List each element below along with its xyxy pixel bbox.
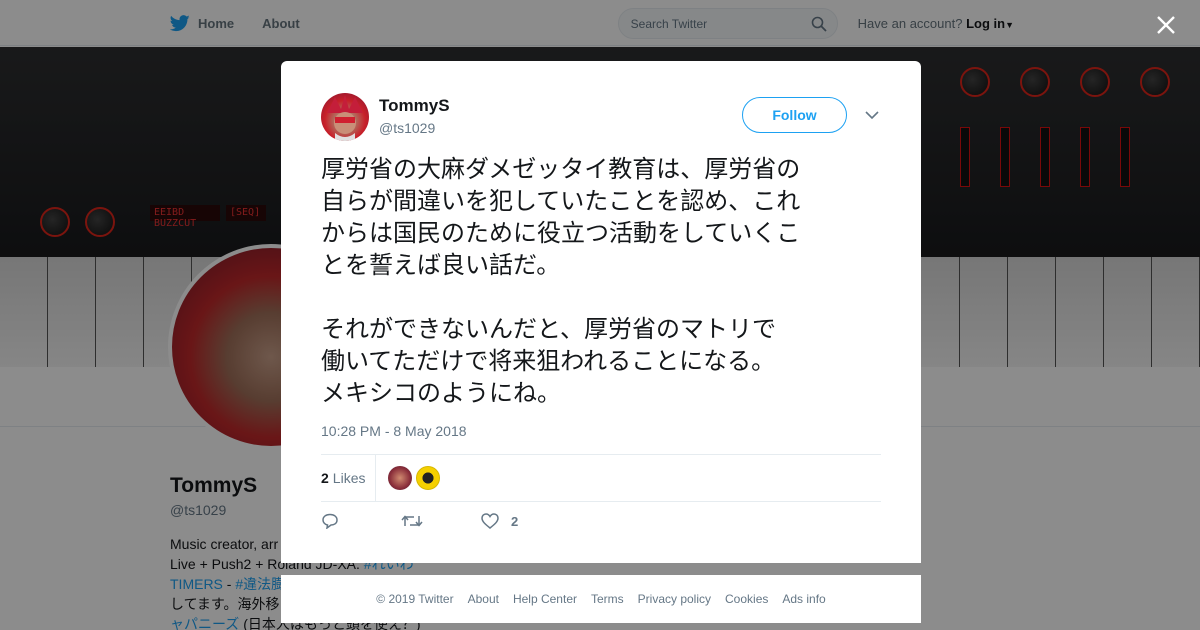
author-avatar[interactable] <box>321 93 369 141</box>
tweet-actions: 2 <box>321 513 561 529</box>
author-handle[interactable]: @ts1029 <box>379 120 435 136</box>
like-button[interactable]: 2 <box>481 513 561 529</box>
liker-avatar[interactable] <box>388 466 413 490</box>
tweet-text: 厚労省の大麻ダメゼッタイ教育は、厚労省の 自らが間違いを犯していたことを認め、こ… <box>321 153 891 409</box>
chevron-down-icon[interactable] <box>865 110 879 120</box>
avatar-image <box>327 95 363 141</box>
liker-avatar[interactable] <box>416 466 441 490</box>
footer-link-cookies[interactable]: Cookies <box>725 592 768 606</box>
likes-label: Likes <box>332 470 366 486</box>
retweet-button[interactable] <box>401 513 481 529</box>
reply-icon <box>322 513 338 529</box>
tweet-paragraph: 厚労省の大麻ダメゼッタイ教育は、厚労省の 自らが間違いを犯していたことを認め、こ… <box>321 155 801 279</box>
author-name[interactable]: TommyS <box>379 96 450 116</box>
close-icon[interactable] <box>1154 13 1178 37</box>
retweet-icon <box>401 515 423 527</box>
footer-link-privacy[interactable]: Privacy policy <box>638 592 711 606</box>
tweet-modal: TommyS @ts1029 Follow 厚労省の大麻ダメゼッタイ教育は、厚労… <box>281 61 921 563</box>
tweet-stats: 2 Likes <box>321 454 881 502</box>
modal-footer: © 2019 Twitter About Help Center Terms P… <box>281 575 921 623</box>
heart-icon <box>481 513 499 529</box>
likes-stat[interactable]: 2 Likes <box>321 455 377 501</box>
like-count: 2 <box>511 513 519 529</box>
likers-list <box>376 466 441 490</box>
footer-link-terms[interactable]: Terms <box>591 592 624 606</box>
tweet-timestamp[interactable]: 10:28 PM - 8 May 2018 <box>321 423 467 439</box>
footer-link-ads-info[interactable]: Ads info <box>782 592 825 606</box>
footer-copyright: © 2019 Twitter <box>376 592 454 606</box>
tweet-paragraph: それができないんだと、厚労省のマトリで 働いてただけで将来狙われることになる。 … <box>321 315 777 407</box>
footer-link-help-center[interactable]: Help Center <box>513 592 577 606</box>
likes-count: 2 <box>321 470 329 486</box>
reply-button[interactable] <box>321 513 401 529</box>
follow-button[interactable]: Follow <box>742 97 847 133</box>
footer-link-about[interactable]: About <box>468 592 499 606</box>
